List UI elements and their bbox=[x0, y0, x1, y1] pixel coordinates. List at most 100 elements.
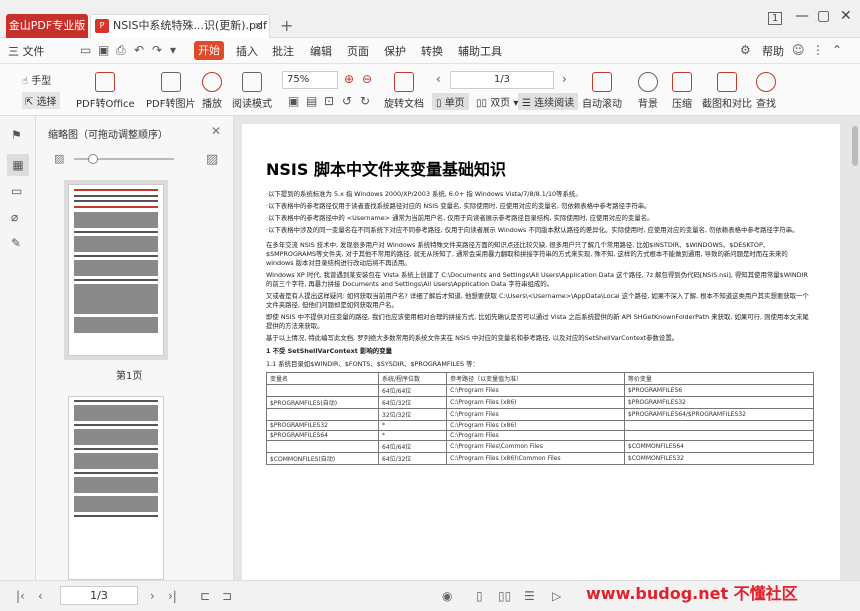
slider-knob[interactable] bbox=[88, 154, 98, 164]
file-menu[interactable]: 三 文件 bbox=[8, 43, 45, 59]
table-cell: C:\Program Files\Common Files bbox=[446, 440, 625, 453]
paragraph: 基于以上情况, 特此编写此文档, 罗列绝大多数常用的系统文件夹在 NSIS 中对… bbox=[266, 334, 679, 342]
continuous-read-button[interactable]: ☰ 连续阅读 bbox=[518, 93, 579, 110]
select-label: 选择 bbox=[36, 97, 57, 108]
document-title: NSIS 脚本中文件夹变量基础知识 bbox=[266, 160, 506, 179]
tab-document-label: NSIS中系统特殊...识(更新).pdf bbox=[113, 19, 267, 32]
close-panel-icon[interactable]: ✕ bbox=[211, 124, 221, 138]
page-thumbnail-1[interactable] bbox=[68, 184, 164, 356]
select-tool[interactable]: ⇱ 选择 bbox=[22, 92, 60, 109]
search-icon bbox=[756, 72, 776, 92]
table-cell: 64位/32位 bbox=[377, 396, 448, 409]
subsection-heading: 1.1 系统目录如$WINDIR、$FONTS、$SYSDIR、$PROGRAM… bbox=[266, 360, 479, 368]
zoom-out-icon[interactable]: ⊖ bbox=[362, 72, 372, 86]
page-number-input[interactable]: 1/3 bbox=[450, 71, 554, 89]
auto-scroll-button[interactable]: 自动滚动 bbox=[582, 72, 622, 110]
close-tab-icon[interactable]: × bbox=[254, 15, 263, 37]
attachment-icon[interactable]: ⌀ bbox=[11, 210, 25, 224]
document-view[interactable]: NSIS 脚本中文件夹变量基础知识 ·以下提到的系统标准为 5.x 指 Wind… bbox=[234, 116, 860, 580]
emoji-icon[interactable]: ☺ bbox=[792, 43, 805, 57]
table-cell: * bbox=[377, 420, 448, 431]
page-thumbnail-2[interactable] bbox=[68, 396, 164, 580]
save-icon[interactable]: ▣ bbox=[98, 43, 109, 57]
fit-width-icon[interactable]: ▤ bbox=[306, 94, 317, 108]
next-page-icon[interactable]: › bbox=[562, 72, 567, 86]
eye-status-icon[interactable]: ◉ bbox=[442, 589, 452, 603]
next-page-status-icon[interactable]: › bbox=[150, 589, 155, 603]
background-button[interactable]: 背景 bbox=[638, 72, 658, 110]
read-mode-button[interactable]: 阅读模式 bbox=[232, 72, 272, 110]
table-cell: 64位/64位 bbox=[377, 440, 448, 453]
menu-annotate[interactable]: 批注 bbox=[272, 43, 294, 59]
hand-tool[interactable]: ☝ 手型 bbox=[22, 72, 51, 87]
first-page-icon[interactable]: |‹ bbox=[16, 589, 25, 603]
tab-home[interactable]: 金山PDF专业版 bbox=[6, 14, 88, 38]
continuous-view-icon[interactable]: ☰ bbox=[524, 589, 535, 603]
menu-insert[interactable]: 插入 bbox=[236, 43, 258, 59]
double-page-button[interactable]: ▯▯ 双页 ▾ bbox=[476, 94, 518, 109]
close-window-icon[interactable]: ✕ bbox=[840, 8, 852, 24]
help-menu[interactable]: 帮助 bbox=[762, 43, 784, 59]
zoom-in-icon[interactable]: ⊕ bbox=[344, 72, 354, 86]
last-page-icon[interactable]: ›| bbox=[168, 589, 177, 603]
collapse-icon[interactable]: ⌃ bbox=[832, 43, 842, 57]
table-cell: $PROGRAMFILES6 bbox=[623, 384, 815, 397]
background-label: 背景 bbox=[638, 99, 658, 110]
rotate-document-icon bbox=[394, 72, 414, 92]
table-cell: $PROGRAMFILES64 bbox=[266, 430, 379, 441]
bookmark-icon[interactable]: ⚑ bbox=[11, 128, 25, 142]
menu-convert[interactable]: 转换 bbox=[421, 43, 443, 59]
pdf-to-office-icon bbox=[95, 72, 116, 92]
signature-icon[interactable]: ✎ bbox=[11, 236, 25, 250]
back-icon[interactable]: ⊏ bbox=[200, 589, 210, 603]
maximize-icon[interactable]: ▢ bbox=[817, 8, 830, 24]
prev-page-status-icon[interactable]: ‹ bbox=[38, 589, 43, 603]
actual-size-icon[interactable]: ⊡ bbox=[324, 94, 334, 108]
compress-button[interactable]: 压缩 bbox=[672, 72, 692, 110]
thumbnail-size-slider[interactable] bbox=[74, 154, 174, 164]
table-cell: * bbox=[377, 430, 448, 441]
table-header: 系统/程序位数 bbox=[377, 372, 448, 385]
rotate-document-button[interactable]: 旋转文档 bbox=[384, 72, 424, 110]
screenshot-compare-button[interactable]: 截图和对比 bbox=[702, 72, 752, 110]
zoom-select[interactable]: 75% bbox=[282, 71, 338, 89]
menu-page[interactable]: 页面 bbox=[347, 43, 369, 59]
redo-icon[interactable]: ↷ bbox=[152, 43, 162, 57]
single-view-icon[interactable]: ▯ bbox=[476, 589, 483, 603]
table-row: 64位/64位 C:\Program Files $PROGRAMFILES6 bbox=[266, 384, 815, 397]
pdf-to-image-button[interactable]: PDF转图片 bbox=[146, 72, 195, 110]
menu-protect[interactable]: 保护 bbox=[384, 43, 406, 59]
cursor-icon: ⇱ bbox=[25, 97, 37, 108]
play-status-icon[interactable]: ▷ bbox=[552, 589, 561, 603]
double-view-icon[interactable]: ▯▯ bbox=[498, 589, 511, 603]
dropdown-icon[interactable]: ▾ bbox=[170, 43, 176, 57]
double-page-label: 双页 bbox=[490, 98, 511, 109]
minimize-icon[interactable]: — bbox=[795, 8, 809, 24]
settings-icon[interactable]: ⚙ bbox=[740, 43, 751, 57]
thumbnail-icon[interactable]: ▦ bbox=[7, 154, 29, 176]
comment-icon[interactable]: ▭ bbox=[11, 184, 25, 198]
prev-page-icon[interactable]: ‹ bbox=[436, 72, 441, 86]
fit-icon[interactable]: ▣ bbox=[288, 94, 299, 108]
tab-document[interactable]: P NSIS中系统特殊...识(更新).pdf × bbox=[90, 14, 270, 38]
menu-tools[interactable]: 辅助工具 bbox=[458, 43, 502, 59]
rotate-left-icon[interactable]: ↺ bbox=[342, 94, 352, 108]
play-button[interactable]: 播放 bbox=[202, 72, 222, 110]
undo-icon[interactable]: ↶ bbox=[134, 43, 144, 57]
status-page-input[interactable]: 1/3 bbox=[60, 586, 138, 605]
search-button[interactable]: 查找 bbox=[756, 72, 776, 110]
small-image-icon: ▨ bbox=[54, 152, 65, 165]
menu-edit[interactable]: 编辑 bbox=[310, 43, 332, 59]
menu-bar: 三 文件 ▭ ▣ ⎙ ↶ ↷ ▾ 开始 插入 批注 编辑 页面 保护 转换 辅助… bbox=[0, 38, 860, 64]
rotate-right-icon[interactable]: ↻ bbox=[360, 94, 370, 108]
pdf-to-office-button[interactable]: PDF转Office bbox=[76, 72, 135, 110]
table-cell: 32位/32位 bbox=[377, 408, 448, 421]
single-page-button[interactable]: ▯ 单页 bbox=[432, 93, 469, 110]
forward-icon[interactable]: ⊐ bbox=[222, 589, 232, 603]
open-icon[interactable]: ▭ bbox=[80, 43, 91, 57]
new-tab-icon[interactable]: + bbox=[280, 16, 293, 35]
more-icon[interactable]: ⋮ bbox=[812, 43, 824, 57]
vertical-scrollbar[interactable] bbox=[852, 126, 858, 166]
print-icon[interactable]: ⎙ bbox=[116, 43, 126, 58]
menu-start[interactable]: 开始 bbox=[194, 41, 224, 60]
